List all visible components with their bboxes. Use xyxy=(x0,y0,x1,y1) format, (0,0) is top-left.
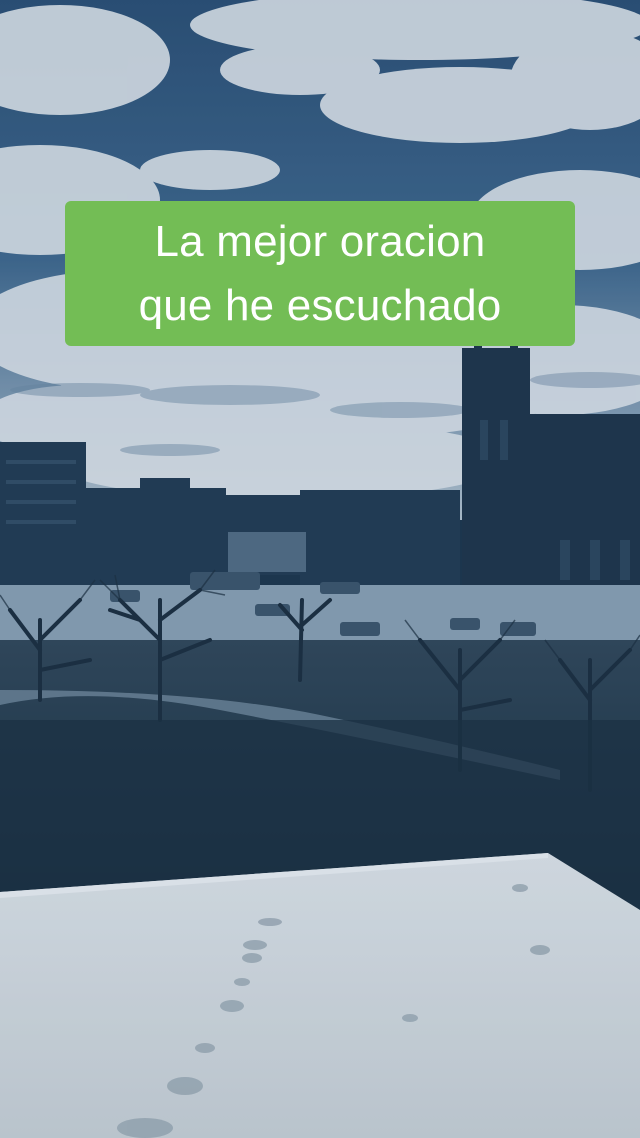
background-photo xyxy=(0,0,640,1138)
caption-banner: La mejor oracion que he escuchado xyxy=(65,201,575,346)
caption-text: La mejor oracion que he escuchado xyxy=(138,216,502,330)
